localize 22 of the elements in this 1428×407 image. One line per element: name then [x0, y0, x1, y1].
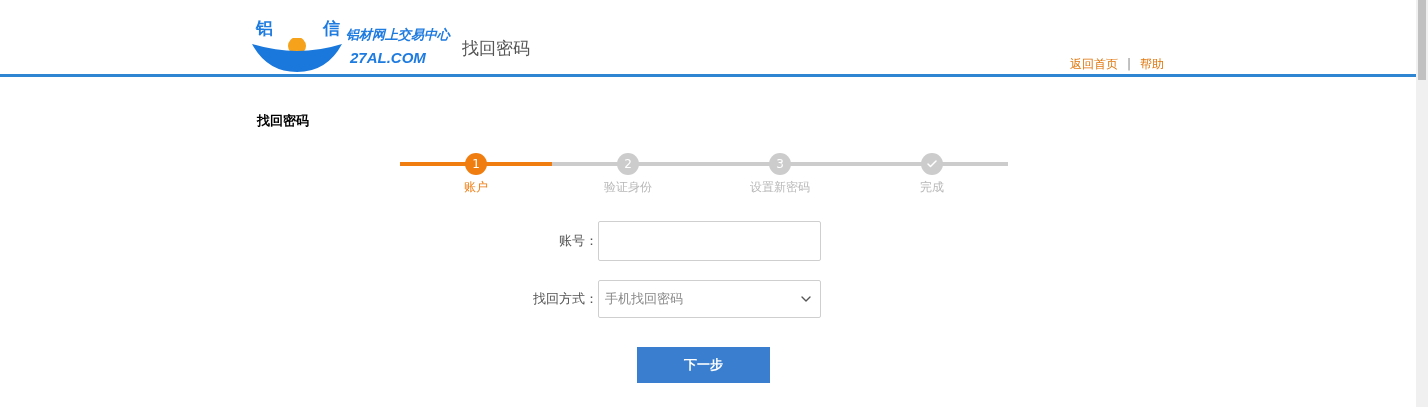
logo-char: 铝 — [256, 18, 273, 38]
help-link[interactable]: 帮助 — [1140, 55, 1164, 73]
account-field[interactable] — [598, 221, 821, 261]
page-title: 找回密码 — [462, 37, 530, 60]
logo[interactable]: 铝 信 — [252, 18, 344, 74]
step-label: 完成 — [920, 179, 944, 196]
logo-domain: 27AL.COM — [350, 48, 427, 68]
next-button[interactable]: 下一步 — [637, 347, 770, 383]
step-label: 账户 — [464, 179, 488, 196]
scrollbar[interactable] — [1416, 0, 1428, 407]
separator: | — [1126, 56, 1131, 73]
home-link[interactable]: 返回首页 — [1069, 55, 1118, 73]
section-title: 找回密码 — [257, 113, 309, 128]
logo-name: 铝材网上交易中心 — [346, 26, 450, 44]
field-label: 找回方式： — [532, 290, 598, 309]
field-label: 账号： — [558, 232, 598, 251]
logo-char: 信 — [323, 18, 340, 38]
step-label: 设置新密码 — [750, 179, 810, 196]
method-select[interactable]: 手机找回密码 — [598, 280, 821, 318]
step-label: 验证身份 — [604, 179, 652, 196]
bowl-icon — [252, 38, 342, 72]
check-icon — [926, 158, 938, 170]
